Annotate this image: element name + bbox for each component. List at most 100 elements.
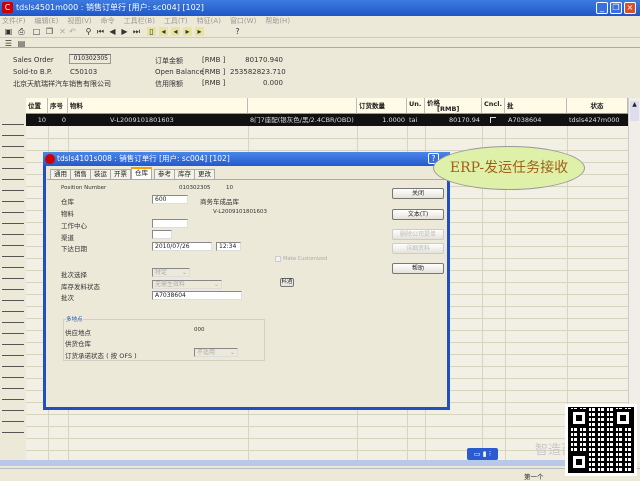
- copy-icon[interactable]: ❐: [45, 27, 54, 36]
- tab-sales[interactable]: 销售: [70, 169, 91, 179]
- menu-file[interactable]: 文件(F): [2, 17, 26, 25]
- tab-reference[interactable]: 参考: [154, 169, 175, 179]
- menu-window[interactable]: 窗口(W): [230, 17, 256, 25]
- close-window-button[interactable]: ×: [624, 2, 636, 14]
- col-description[interactable]: [248, 98, 357, 114]
- previous-record-icon[interactable]: ◀: [108, 27, 117, 36]
- col-qty[interactable]: 订货数量: [357, 98, 407, 114]
- tab-general[interactable]: 通用: [50, 169, 71, 179]
- channel-label: 渠道: [61, 234, 74, 242]
- inventory-status-select[interactable]: 无需生效料 ⌄: [152, 280, 222, 289]
- sales-order-field[interactable]: 010302305: [69, 54, 111, 64]
- lot-label: 批次: [61, 294, 74, 302]
- next-record-icon[interactable]: ▶: [120, 27, 129, 36]
- release-date-label: 下达日期: [61, 245, 87, 253]
- close-button[interactable]: 关闭: [392, 188, 444, 199]
- col-price[interactable]: 价格 [RMB]: [425, 98, 482, 114]
- channel-field[interactable]: [152, 230, 172, 239]
- scroll-up-icon[interactable]: ▲: [630, 101, 639, 121]
- col-cancel[interactable]: Cncl.: [482, 98, 505, 114]
- app-icon: [45, 154, 55, 164]
- tab-inventory[interactable]: 库存: [174, 169, 195, 179]
- col-lot[interactable]: 批: [505, 98, 567, 114]
- status-bar: 第一个: [0, 468, 640, 481]
- qr-code: [565, 404, 637, 476]
- menu-command[interactable]: 命令: [101, 17, 115, 25]
- row-selector-column[interactable]: [0, 98, 26, 462]
- menu-view[interactable]: 视图(V): [67, 17, 91, 25]
- horizontal-scrollbar[interactable]: [0, 460, 565, 466]
- taskbar-widget[interactable]: ▭ ▮ ⁝: [467, 448, 498, 460]
- find-icon[interactable]: ⚲: [84, 27, 93, 36]
- details-button[interactable]: 详细资料: [392, 243, 444, 254]
- undo-icon[interactable]: ↶: [68, 27, 77, 36]
- menu-help[interactable]: 帮助(H): [265, 17, 290, 25]
- menu-edit[interactable]: 编辑(E): [35, 17, 59, 25]
- window-title-bar: C tdsls4501m000 : 销售订单行 [用户: sc004] [102…: [0, 0, 640, 16]
- col-status[interactable]: 状态: [567, 98, 628, 114]
- group-next-icon[interactable]: ▸: [183, 27, 192, 36]
- open-balance: 253582823.710: [230, 68, 286, 76]
- release-date-field[interactable]: 2010/07/26: [152, 242, 212, 251]
- minimize-button[interactable]: _: [596, 2, 608, 14]
- lot-field[interactable]: A7038604: [152, 291, 242, 300]
- delete-icon[interactable]: ✕: [58, 27, 67, 36]
- group-first-icon[interactable]: ▯: [147, 27, 156, 36]
- context-help-icon[interactable]: ?: [233, 27, 242, 36]
- last-record-icon[interactable]: ⏭: [132, 27, 141, 36]
- group-back-icon[interactable]: ◂: [171, 27, 180, 36]
- col-item[interactable]: 物料: [68, 98, 248, 114]
- group-last-icon[interactable]: ▸: [195, 27, 204, 36]
- warehouse-label: 仓库: [61, 198, 74, 206]
- sales-order-label: Sales Order: [13, 56, 54, 64]
- col-position[interactable]: 位置: [26, 98, 48, 114]
- order-number: 010302305: [179, 185, 211, 191]
- customer-name: 北京天航瑞祥汽车销售有限公司: [13, 80, 111, 88]
- save-icon[interactable]: ▣: [4, 27, 13, 36]
- menu-bar: 文件(F) 编辑(E) 视图(V) 命令 工具栏(B) 工具(T) 特征(A) 窗口(W) 帮助…: [0, 16, 640, 26]
- ofs-status-label: 订货承诺状态 ( 按 OFS ): [65, 352, 137, 360]
- toolbar-secondary: ☰ ▤: [0, 38, 640, 48]
- col-seq[interactable]: 序号: [48, 98, 68, 114]
- make-customized-label: Make Customized: [283, 256, 328, 262]
- inventory-status-label: 库存发料状态: [61, 283, 100, 291]
- item-value: V-L2009101801603: [213, 209, 267, 215]
- ofs-status-select[interactable]: 不适用 ⌄: [194, 348, 238, 357]
- group-previous-icon[interactable]: ◂: [159, 27, 168, 36]
- note-icon[interactable]: ▤: [17, 39, 26, 48]
- sold-to-label: Sold-to B.P.: [13, 68, 53, 76]
- tab-warehouse[interactable]: 仓库: [131, 167, 152, 179]
- print-icon[interactable]: ⎙: [17, 27, 26, 36]
- currency: [RMB ]: [202, 79, 226, 87]
- lot-selection-label: 批次选择: [61, 271, 87, 279]
- new-icon[interactable]: □: [32, 27, 41, 36]
- tab-invoicing[interactable]: 开票: [110, 169, 131, 179]
- first-record-icon[interactable]: ⏮: [96, 27, 105, 36]
- menu-tools[interactable]: 工具(T): [164, 17, 188, 25]
- lot-lookup-button[interactable]: 料酒: [280, 278, 294, 287]
- supply-warehouse-label: 供货仓库: [65, 340, 91, 348]
- warehouse-field[interactable]: 600: [152, 195, 188, 204]
- work-center-field[interactable]: [152, 219, 188, 228]
- text-icon[interactable]: ☰: [4, 39, 13, 48]
- col-unit[interactable]: Un.: [407, 98, 425, 114]
- menu-toolbar[interactable]: 工具栏(B): [124, 17, 155, 25]
- text-button[interactable]: 文本(T): [392, 209, 444, 220]
- position-number: 10: [226, 185, 233, 191]
- tab-shipping[interactable]: 装运: [90, 169, 111, 179]
- dialog-title: tdsls4101s008 : 销售订单行 [用户: sc004] [102]: [57, 154, 230, 163]
- supply-site-label: 供应地点: [65, 329, 91, 337]
- release-time-field[interactable]: 12:34: [216, 242, 241, 251]
- lot-selection-select[interactable]: 特定 ⌄: [152, 268, 190, 277]
- restore-button[interactable]: ❐: [610, 2, 622, 14]
- cell-item: V-L2009101801603: [110, 116, 174, 124]
- order-amount: 80170.940: [245, 56, 283, 64]
- remove-button[interactable]: 删除公司提单: [392, 229, 444, 240]
- cancel-checkbox[interactable]: [490, 117, 496, 123]
- currency: [RMB ]: [202, 56, 226, 64]
- menu-features[interactable]: 特征(A): [197, 17, 221, 25]
- make-customized-checkbox[interactable]: [275, 256, 281, 262]
- help-button[interactable]: 帮助: [392, 263, 444, 274]
- tab-changes[interactable]: 更改: [194, 169, 215, 179]
- table-row[interactable]: 10 0 V-L2009101801603 8门7座配(银灰色/黑/2.4CBR…: [26, 114, 628, 126]
